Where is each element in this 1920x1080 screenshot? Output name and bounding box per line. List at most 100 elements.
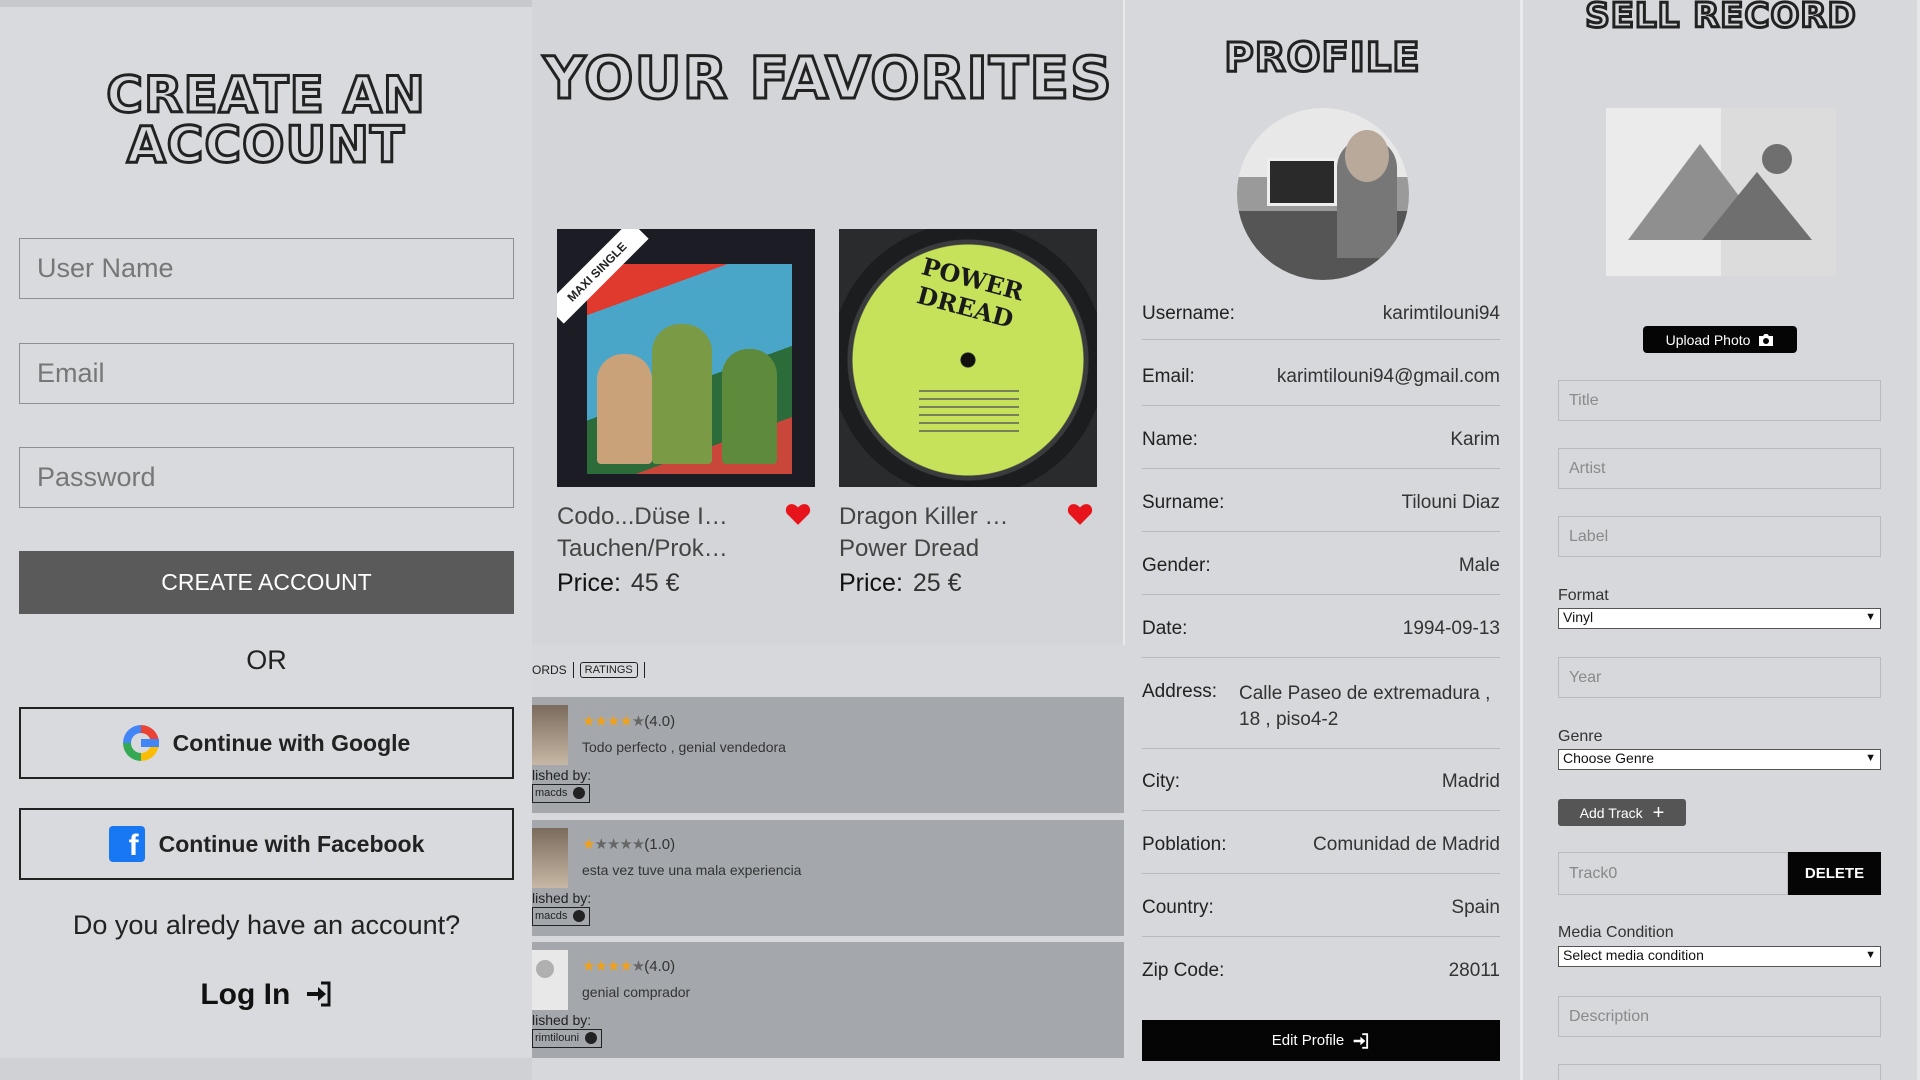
google-button[interactable]: Continue with Google <box>19 707 514 779</box>
album-cover-icon[interactable]: MAXI SINGLE <box>557 229 815 487</box>
delete-track-button[interactable]: DELETE <box>1788 852 1881 895</box>
profile-key: Country: <box>1142 897 1214 918</box>
rating-item: ★★★★★(4.0) genial comprador lished by: r… <box>532 942 1124 1058</box>
profile-key: Email: <box>1142 366 1195 387</box>
star-rating: ★★★★★(4.0) <box>582 958 676 975</box>
rating-comment: esta vez tuve una mala experiencia <box>582 862 802 878</box>
profile-title: PROFILE <box>1223 34 1421 83</box>
profile-row-country: Country: Spain <box>1142 897 1500 937</box>
track-input[interactable] <box>1558 852 1788 895</box>
favorite-card[interactable]: MAXI SINGLE Codo...Düse I… Tauchen/Prok…… <box>557 229 815 599</box>
profile-key: Gender: <box>1142 555 1211 576</box>
genre-select[interactable]: Choose Genre ▼ <box>1558 749 1881 770</box>
camera-icon <box>1759 333 1774 346</box>
profile-row-address: Address: Calle Paseo de extremadura , 18… <box>1142 681 1500 749</box>
profile-row-gender: Gender: Male <box>1142 555 1500 595</box>
rating-score: (1.0) <box>644 836 676 853</box>
price-value: 25 € <box>912 569 962 597</box>
add-track-button[interactable]: Add Track + <box>1558 799 1686 826</box>
profile-key: City: <box>1142 771 1180 792</box>
format-label: Format <box>1558 587 1609 604</box>
favorite-title: Dragon Killer … <box>839 503 1009 530</box>
profile-value: Male <box>1458 555 1500 576</box>
upload-photo-label: Upload Photo <box>1665 331 1751 348</box>
profile-key: Address: <box>1142 681 1217 702</box>
plus-icon: + <box>1652 801 1665 824</box>
favorite-title: Codo...Düse I… <box>557 503 728 530</box>
profile-row-name: Name: Karim <box>1142 429 1500 469</box>
edit-profile-label: Edit Profile <box>1271 1032 1345 1049</box>
profile-value: 28011 <box>1448 960 1500 981</box>
media-condition-label: Media Condition <box>1558 924 1674 941</box>
email-input[interactable] <box>19 343 514 404</box>
price-value: 45 € <box>630 569 680 597</box>
published-by-label: lished by: <box>532 767 592 783</box>
media-condition-select[interactable]: Select media condition ▼ <box>1558 946 1881 967</box>
description-input[interactable] <box>1558 996 1881 1037</box>
or-divider: OR <box>246 645 287 675</box>
sell-record-panel: SELL RECORD Upload Photo Format Vinyl ▼ … <box>1520 0 1920 1080</box>
profile-key: Surname: <box>1142 492 1225 513</box>
facebook-button-label: Continue with Facebook <box>158 830 425 857</box>
favorite-card[interactable]: POWER DREAD Dragon Killer … Power Dread … <box>839 229 1097 599</box>
profile-value: 1994-09-13 <box>1402 618 1500 639</box>
avatar <box>532 950 568 1010</box>
upload-photo-button[interactable]: Upload Photo <box>1643 326 1797 353</box>
artist-input[interactable] <box>1558 448 1881 489</box>
favorite-price: Price: 25 € <box>839 567 1097 599</box>
profile-key: Username: <box>1142 303 1235 324</box>
google-button-label: Continue with Google <box>172 729 411 756</box>
star-rating: ★★★★★(4.0) <box>582 713 676 730</box>
chevron-down-icon: ▼ <box>1865 949 1876 961</box>
profile-row-poblation: Poblation: Comunidad de Madrid <box>1142 834 1500 874</box>
profile-key: Poblation: <box>1142 834 1227 855</box>
chevron-down-icon: ▼ <box>1865 752 1876 764</box>
bottom-bar <box>0 1058 532 1080</box>
rating-user-badge[interactable]: macds <box>532 907 591 926</box>
published-by-label: lished by: <box>532 1012 592 1028</box>
label-input[interactable] <box>1558 516 1881 557</box>
heart-icon[interactable] <box>785 501 811 527</box>
format-select[interactable]: Vinyl ▼ <box>1558 608 1881 629</box>
profile-value: karimtilouni94@gmail.com <box>1276 366 1500 387</box>
title-input[interactable] <box>1558 380 1881 421</box>
facebook-icon: f <box>108 826 145 862</box>
tab-records[interactable]: ORDS <box>532 663 567 677</box>
username-input[interactable] <box>19 238 514 299</box>
rating-user-badge[interactable]: macds <box>532 784 591 803</box>
genre-value: Choose Genre <box>1563 750 1655 766</box>
rating-score: (4.0) <box>644 713 676 730</box>
genre-label: Genre <box>1558 728 1603 745</box>
add-track-label: Add Track <box>1579 804 1643 821</box>
create-account-button[interactable]: CREATE ACCOUNT <box>19 551 514 614</box>
vinyl-record-icon[interactable]: POWER DREAD <box>839 229 1097 487</box>
avatar <box>532 705 568 765</box>
chevron-down-icon: ▼ <box>1865 611 1876 623</box>
tab-ratings[interactable]: RATINGS <box>579 662 638 678</box>
password-input[interactable] <box>19 447 514 508</box>
price-input[interactable] <box>1558 1064 1881 1080</box>
profile-avatar <box>1237 108 1409 280</box>
ratings-tabs: ORDS RATINGS <box>532 662 645 678</box>
rating-user-badge[interactable]: rimtilouni <box>532 1029 603 1048</box>
rating-item: ★★★★★(1.0) esta vez tuve una mala experi… <box>532 820 1124 936</box>
profile-key: Zip Code: <box>1142 960 1225 981</box>
profile-value: Tilouni Diaz <box>1401 492 1500 513</box>
profile-key: Name: <box>1142 429 1198 450</box>
create-account-panel: CREATE AN ACCOUNT CREATE ACCOUNT OR Cont… <box>0 0 532 1080</box>
heart-icon[interactable] <box>1067 501 1093 527</box>
login-link[interactable]: Log In <box>19 978 514 1012</box>
rating-comment: genial comprador <box>582 984 691 1000</box>
profile-value: Karim <box>1450 429 1500 450</box>
ratings-panel: ORDS RATINGS ★★★★★(4.0) Todo perfecto , … <box>532 645 1124 1080</box>
favorites-panel: YOUR FAVORITES MAXI SINGLE Codo...Düse I… <box>532 0 1124 645</box>
profile-row-zip: Zip Code: 28011 <box>1142 960 1500 1000</box>
profile-value: Calle Paseo de extremadura , 18 , piso4-… <box>1239 683 1491 730</box>
star-rating: ★★★★★(1.0) <box>582 836 676 853</box>
edit-profile-button[interactable]: Edit Profile <box>1142 1020 1500 1061</box>
facebook-button[interactable]: f Continue with Facebook <box>19 808 514 880</box>
favorite-artist: Power Dread <box>839 535 980 562</box>
profile-value: Comunidad de Madrid <box>1313 834 1500 855</box>
rating-item: ★★★★★(4.0) Todo perfecto , genial vended… <box>532 697 1124 813</box>
year-input[interactable] <box>1558 657 1881 698</box>
